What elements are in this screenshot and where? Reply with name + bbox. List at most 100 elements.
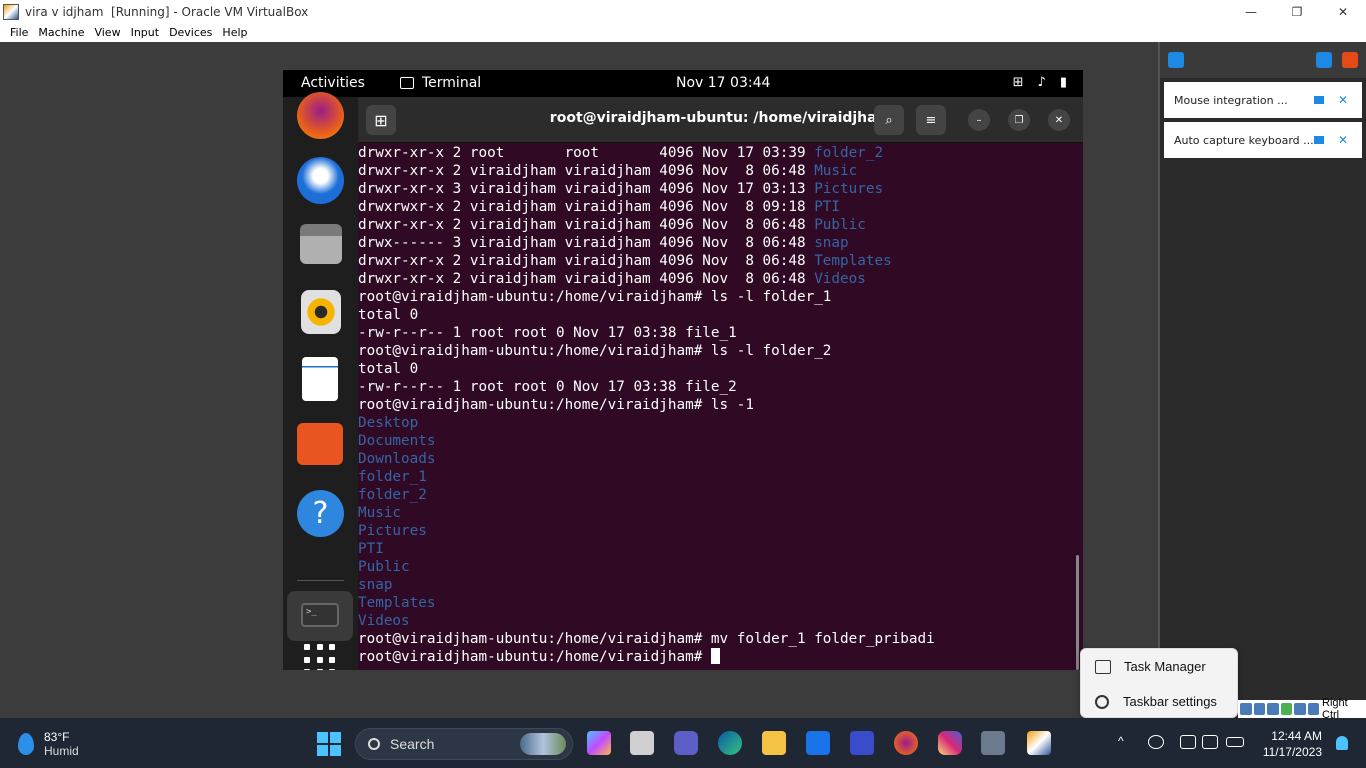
- app-menu[interactable]: Terminal: [400, 75, 481, 91]
- display-icon[interactable]: [1253, 703, 1265, 715]
- maximize-button[interactable]: ❐: [1008, 109, 1030, 131]
- task-manager-icon: [1095, 659, 1111, 674]
- shared-folder-icon[interactable]: [1240, 703, 1252, 715]
- terminal-dock-icon[interactable]: >_: [287, 591, 353, 641]
- notification-center-icon[interactable]: [1168, 52, 1184, 68]
- date: 11/17/2023: [1262, 745, 1322, 759]
- sync-icon[interactable]: [1148, 735, 1164, 749]
- start-button[interactable]: [317, 732, 341, 756]
- software-icon[interactable]: [297, 423, 343, 465]
- thunderbird-icon[interactable]: [297, 157, 344, 204]
- volume-icon[interactable]: [1202, 735, 1218, 749]
- guest-screen[interactable]: Activities Terminal Nov 17 03:44 ⊞ ♪ ▮ ?…: [283, 70, 1083, 670]
- keyboard-icon[interactable]: [1307, 703, 1319, 715]
- directory-name: Templates: [358, 595, 436, 611]
- pin-icon[interactable]: [1314, 136, 1324, 144]
- cube-app-icon[interactable]: [981, 731, 1005, 755]
- directory-name: Public: [814, 217, 866, 233]
- mouse-capture-icon[interactable]: [1294, 703, 1306, 715]
- battery-icon: ▮: [1059, 75, 1067, 90]
- menu-bar: File Machine View Input Devices Help: [0, 23, 1366, 42]
- terminal-text: drwxr-xr-x 2 viraidjham viraidjham 4096 …: [358, 163, 815, 179]
- terminal-text: drwxr-xr-x 3 viraidjham viraidjham 4096 …: [358, 181, 815, 197]
- menu-label: Taskbar settings: [1123, 694, 1217, 709]
- rhythmbox-icon[interactable]: [301, 290, 341, 334]
- terminal-window[interactable]: ⊞ root@viraidjham-ubuntu: /home/viraidjh…: [358, 97, 1083, 670]
- menu-machine[interactable]: Machine: [33, 26, 89, 39]
- virtualbox-icon: [3, 3, 19, 20]
- search-icon: ⌕: [885, 112, 893, 128]
- close-button[interactable]: ✕: [1048, 109, 1070, 131]
- firefox-icon[interactable]: [894, 731, 918, 755]
- show-apps-icon[interactable]: [304, 644, 336, 670]
- recording-icon[interactable]: [1267, 703, 1279, 715]
- scrollbar[interactable]: [1076, 555, 1079, 670]
- notification-text: Mouse integration ...: [1174, 93, 1288, 107]
- pin-icon[interactable]: [1314, 96, 1324, 104]
- menu-help[interactable]: Help: [217, 26, 252, 39]
- close-icon[interactable]: ✕: [1338, 93, 1348, 107]
- minimize-button[interactable]: –: [968, 109, 990, 131]
- menu-view[interactable]: View: [89, 26, 125, 39]
- file-explorer-icon[interactable]: [762, 731, 786, 755]
- terminal-text: drwxr-xr-x 2 viraidjham viraidjham 4096 …: [358, 217, 815, 233]
- store-icon[interactable]: [850, 731, 874, 755]
- writer-icon[interactable]: [302, 357, 338, 401]
- menu-label: Task Manager: [1124, 659, 1206, 674]
- terminal-text: drwx------ 3 viraidjham viraidjham 4096 …: [358, 235, 815, 251]
- close-button[interactable]: ✕: [1320, 0, 1366, 23]
- menu-devices[interactable]: Devices: [164, 26, 217, 39]
- edge-icon[interactable]: [718, 731, 742, 755]
- minimize-button[interactable]: —: [1228, 0, 1274, 23]
- menu-taskbar-settings[interactable]: Taskbar settings: [1081, 684, 1237, 719]
- terminal-line: Templates: [358, 594, 1083, 612]
- terminal-line: root@viraidjham-ubuntu:/home/viraidjham#…: [358, 630, 1083, 648]
- task-view-icon[interactable]: [630, 731, 654, 755]
- help-icon[interactable]: ?: [297, 490, 344, 537]
- gear-icon: [1095, 694, 1109, 709]
- notification-bell-icon[interactable]: [1336, 736, 1348, 750]
- meet-icon[interactable]: [674, 731, 698, 755]
- cpu-icon[interactable]: [1280, 703, 1292, 715]
- virtualbox-icon[interactable]: [1027, 731, 1051, 755]
- prompt: root@viraidjham-ubuntu:/home/viraidjham#: [358, 649, 711, 665]
- notification-auto-capture[interactable]: Auto capture keyboard ... ✕: [1164, 122, 1362, 158]
- terminal-line: Documents: [358, 432, 1083, 450]
- windows-taskbar: 83°F Humid Search ^ 12:44 AM 11/17/2023: [0, 718, 1366, 768]
- search-label: Search: [390, 736, 435, 752]
- dock-separator: [297, 580, 344, 581]
- terminal-line: snap: [358, 576, 1083, 594]
- menu-task-manager[interactable]: Task Manager: [1081, 649, 1237, 684]
- activities-button[interactable]: Activities: [301, 75, 365, 91]
- battery-icon[interactable]: [1226, 737, 1244, 747]
- taskbar-clock[interactable]: 12:44 AM 11/17/2023: [1263, 728, 1322, 760]
- sort-icon[interactable]: [1316, 52, 1332, 68]
- window-title: vira v idjham [Running] - Oracle VM Virt…: [25, 4, 309, 19]
- instagram-icon[interactable]: [938, 731, 962, 755]
- directory-name: Videos: [814, 271, 866, 287]
- maximize-button[interactable]: ❐: [1274, 0, 1320, 23]
- terminal-output[interactable]: drwxr-xr-x 2 root root 4096 Nov 17 03:39…: [358, 144, 1083, 670]
- system-menu[interactable]: ⊞ ♪ ▮: [1013, 75, 1067, 90]
- copilot-icon[interactable]: [587, 731, 611, 755]
- search-button[interactable]: ⌕: [874, 105, 904, 135]
- volume-icon: ♪: [1037, 75, 1046, 90]
- mail-icon[interactable]: [806, 731, 830, 755]
- chevron-up-icon[interactable]: ^: [1118, 734, 1124, 748]
- clear-all-icon[interactable]: [1342, 52, 1358, 68]
- wifi-icon[interactable]: [1180, 735, 1196, 749]
- taskbar-context-menu: Task Manager Taskbar settings: [1080, 648, 1238, 718]
- menu-file[interactable]: File: [5, 26, 33, 39]
- terminal-prompt-line[interactable]: root@viraidjham-ubuntu:/home/viraidjham#: [358, 648, 1083, 666]
- close-icon[interactable]: ✕: [1338, 133, 1348, 147]
- terminal-line: drwxr-xr-x 2 root root 4096 Nov 17 03:39…: [358, 144, 1083, 162]
- clock[interactable]: Nov 17 03:44: [676, 75, 770, 91]
- files-icon[interactable]: [300, 224, 342, 264]
- menu-input[interactable]: Input: [126, 26, 164, 39]
- notification-mouse-integration[interactable]: Mouse integration ... ✕: [1164, 82, 1362, 118]
- menu-button[interactable]: ≡: [916, 105, 946, 135]
- search-box[interactable]: Search: [355, 728, 573, 760]
- firefox-icon[interactable]: [297, 92, 344, 139]
- search-highlight-image: [520, 733, 566, 755]
- weather-widget[interactable]: 83°F Humid: [18, 730, 79, 758]
